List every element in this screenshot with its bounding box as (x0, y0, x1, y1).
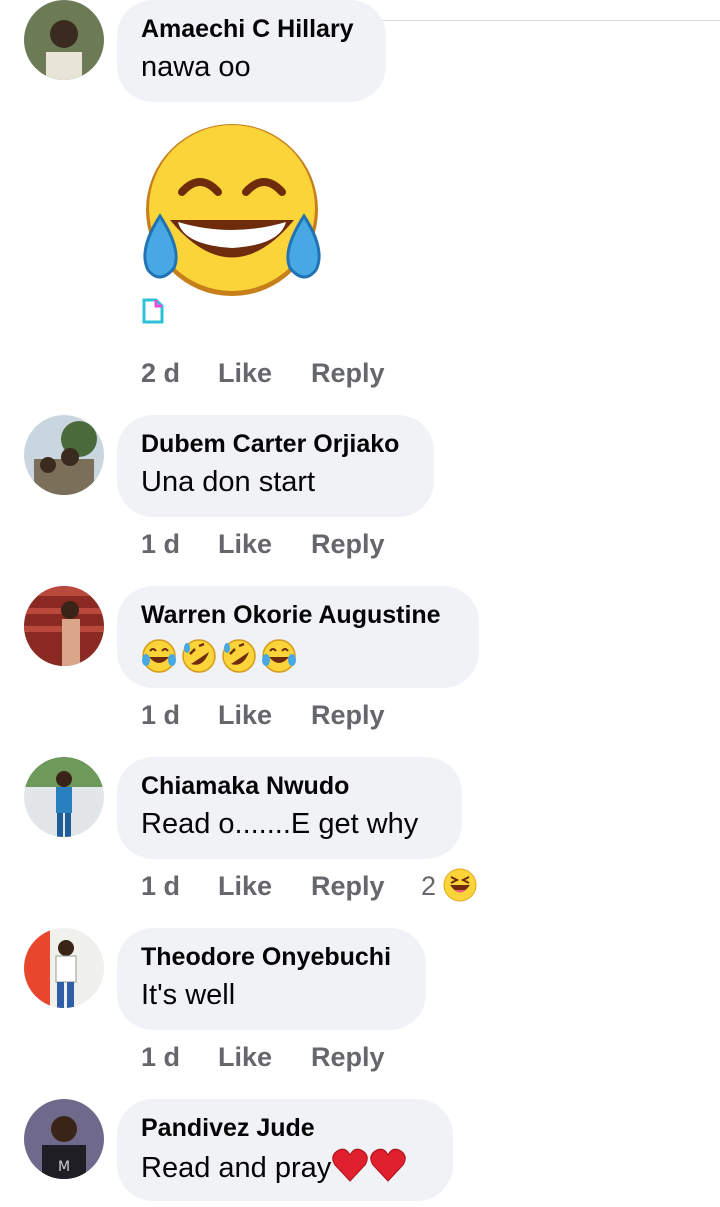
reply-button[interactable]: Reply (311, 358, 385, 389)
timestamp: 1 d (141, 529, 181, 559)
svg-text:M: M (58, 1159, 70, 1175)
comment-author[interactable]: Theodore Onyebuchi (141, 942, 402, 972)
like-button[interactable]: Like (218, 358, 272, 389)
comment-bubble: Pandivez Jude Read and pray (117, 1099, 453, 1201)
red-heart-icon (370, 1148, 406, 1182)
comment-text: Read and pray (141, 1152, 332, 1184)
avatar[interactable]: M (24, 1099, 104, 1179)
comment-author[interactable]: Amaechi C Hillary (141, 14, 362, 44)
red-heart-icon (332, 1148, 368, 1182)
timestamp: 2 d (141, 358, 181, 388)
comment-text: It's well (141, 979, 236, 1011)
like-button[interactable]: Like (218, 529, 272, 560)
reply-button[interactable]: Reply (311, 1042, 385, 1073)
reaction-count[interactable]: 2 (421, 871, 436, 902)
file-icon (142, 298, 164, 324)
laughing-crying-emoji-sticker (143, 124, 321, 296)
comment-bubble: Theodore Onyebuchi It's well (117, 928, 426, 1030)
avatar[interactable] (24, 928, 104, 1008)
rolling-on-floor-laughing-icon (222, 639, 256, 674)
like-button[interactable]: Like (218, 871, 272, 902)
timestamp: 1 d (141, 871, 181, 901)
timestamp: 1 d (141, 700, 181, 730)
avatar[interactable] (24, 586, 104, 666)
comment-bubble: Chiamaka Nwudo Read o.......E get why (117, 757, 462, 859)
avatar[interactable] (24, 0, 104, 80)
comment-text-row: Read and pray (141, 1147, 429, 1187)
avatar[interactable] (24, 757, 104, 837)
comment-author[interactable]: Warren Okorie Augustine (141, 600, 455, 630)
reply-button[interactable]: Reply (311, 529, 385, 560)
face-with-tears-of-joy-icon (142, 639, 176, 674)
rolling-on-floor-laughing-icon (182, 639, 216, 674)
comment-bubble: Warren Okorie Augustine (117, 586, 479, 688)
comment-text: Read o.......E get why (141, 808, 419, 840)
comment-bubble: Amaechi C Hillary nawa oo (117, 0, 386, 102)
like-button[interactable]: Like (218, 1042, 272, 1073)
avatar[interactable] (24, 415, 104, 495)
face-with-tears-of-joy-icon (262, 639, 296, 674)
reply-button[interactable]: Reply (311, 700, 385, 731)
comment-text: nawa oo (141, 51, 251, 83)
comment-text: Una don start (141, 466, 316, 498)
like-button[interactable]: Like (218, 700, 272, 731)
timestamp: 1 d (141, 1042, 181, 1072)
comment-author[interactable]: Chiamaka Nwudo (141, 771, 438, 801)
comment-bubble: Dubem Carter Orjiako Una don start (117, 415, 434, 517)
comment-author[interactable]: Pandivez Jude (141, 1113, 429, 1143)
comment-author[interactable]: Dubem Carter Orjiako (141, 429, 410, 459)
comment-emoji-row (141, 634, 455, 674)
haha-reaction-icon[interactable] (443, 868, 477, 902)
reply-button[interactable]: Reply (311, 871, 385, 902)
